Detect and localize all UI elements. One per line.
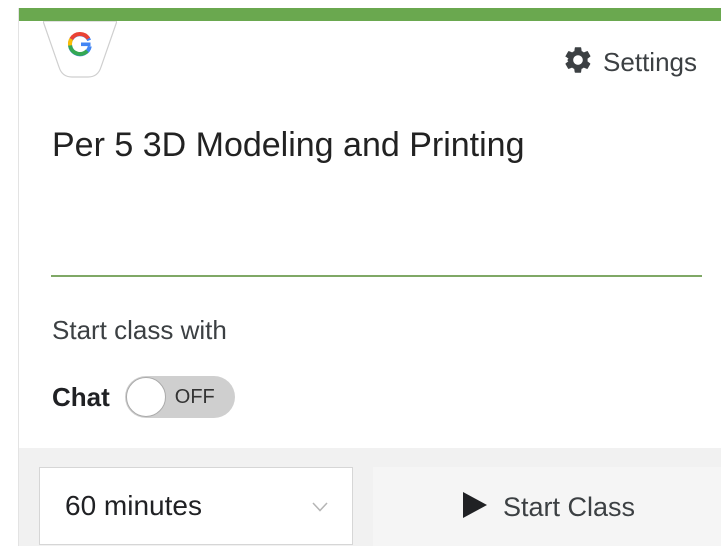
accent-bar bbox=[19, 8, 721, 21]
chevron-down-icon bbox=[312, 499, 328, 517]
class-title: Per 5 3D Modeling and Printing bbox=[52, 126, 525, 164]
duration-select[interactable]: 60 minutes bbox=[39, 467, 353, 545]
chat-label: Chat bbox=[52, 381, 110, 412]
chat-toggle[interactable]: OFF bbox=[124, 376, 235, 418]
title-divider bbox=[51, 275, 702, 277]
start-class-button[interactable]: Start Class bbox=[373, 467, 721, 546]
start-class-label: Start Class bbox=[503, 492, 636, 522]
start-class-content: Start Class bbox=[462, 491, 635, 524]
play-icon bbox=[462, 491, 488, 524]
class-card: Settings Per 5 3D Modeling and Printing … bbox=[18, 8, 721, 546]
duration-value: 60 minutes bbox=[65, 490, 202, 521]
settings-button[interactable]: Settings bbox=[562, 46, 697, 78]
google-g-icon bbox=[43, 21, 117, 78]
toggle-knob bbox=[125, 377, 166, 417]
google-provider-tab bbox=[43, 21, 117, 81]
chat-toggle-state: OFF bbox=[174, 386, 215, 408]
settings-label: Settings bbox=[603, 46, 697, 77]
start-class-with-heading: Start class with bbox=[52, 315, 227, 345]
chat-option-row: Chat OFF bbox=[52, 374, 235, 420]
gear-icon bbox=[562, 44, 594, 81]
class-footer: 60 minutes Start Class bbox=[19, 448, 721, 546]
